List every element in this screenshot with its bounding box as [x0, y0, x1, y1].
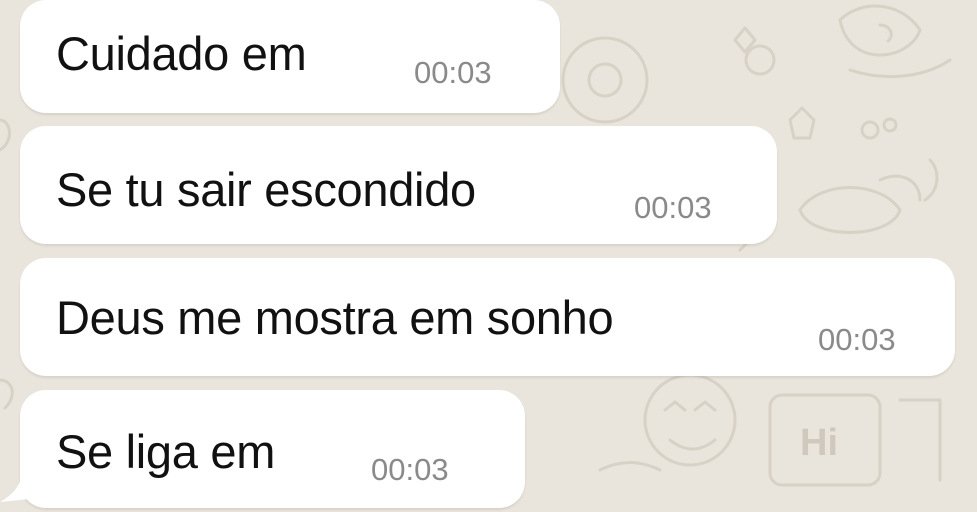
- message-timestamp: 00:03: [634, 190, 712, 225]
- message-text: Deus me mostra em sonho: [56, 291, 614, 344]
- message-text: Se liga em: [56, 425, 276, 478]
- message-bubble[interactable]: Se liga em 00:03: [20, 390, 525, 508]
- message-bubble[interactable]: Deus me mostra em sonho 00:03: [20, 258, 955, 376]
- message-timestamp: 00:03: [818, 322, 896, 357]
- message-timestamp: 00:03: [371, 452, 449, 487]
- message-bubble[interactable]: Se tu sair escondido 00:03: [20, 126, 777, 244]
- bubble-tail: [0, 466, 40, 502]
- message-text: Se tu sair escondido: [56, 163, 476, 216]
- message-bubble[interactable]: Cuidado em 00:03: [20, 0, 560, 113]
- message-timestamp: 00:03: [414, 55, 492, 90]
- message-text: Cuidado em: [56, 27, 307, 80]
- chat-message-list: Cuidado em 00:03 Se tu sair escondido 00…: [0, 0, 977, 512]
